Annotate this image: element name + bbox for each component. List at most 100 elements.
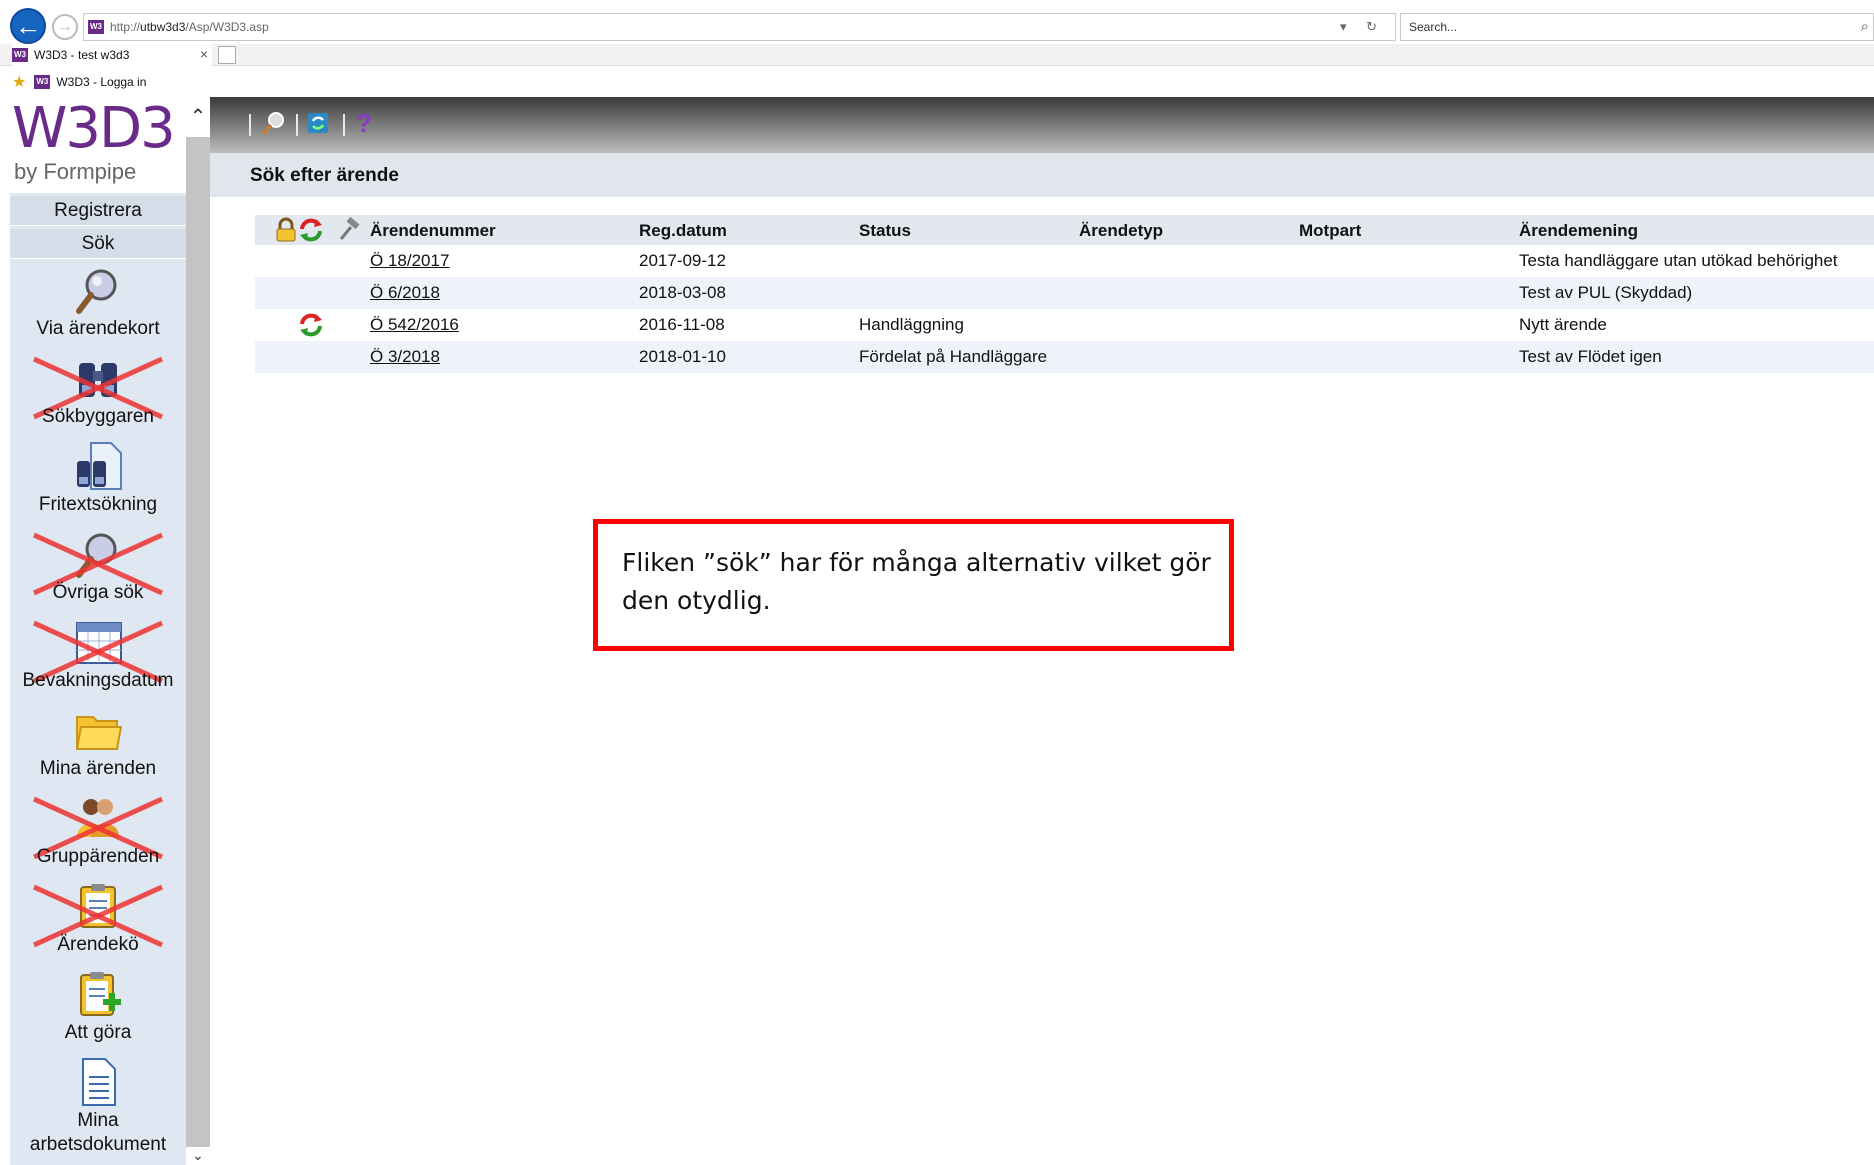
favorites-bar: ★ W3 W3D3 - Logga in [0,70,1874,94]
favorite-favicon-icon: W3 [34,75,51,89]
column-header-party[interactable]: Motpart [1299,221,1361,241]
new-tab-button[interactable] [218,46,236,64]
sidebar-item-ovriga-sok[interactable]: Övriga sök [10,529,186,615]
sidebar-item-fritextsokning[interactable]: Fritextsökning [10,441,186,527]
sidebar-item-label: Sökbyggaren [42,406,154,427]
refresh-icon[interactable]: ▾ ↻ [1340,19,1385,35]
tab-title: W3D3 - test w3d3 [34,48,130,62]
reg-date: 2018-03-08 [639,283,726,302]
sidebar-item-mina-arbetsdokument[interactable]: Mina arbetsdokument [10,1057,186,1155]
case-number-link[interactable]: Ö 542/2016 [370,315,459,335]
forward-arrow-icon: → [57,18,73,35]
sidebar-item-label: Övriga sök [52,582,144,603]
binoculars-icon [79,363,117,397]
sidebar-item-label: Bevakningsdatum [22,670,174,691]
clipboard-add-icon [80,972,121,1016]
sidebar-button-registrera[interactable]: Registrera [10,196,186,226]
column-header-status[interactable]: Status [859,221,911,241]
column-header-number[interactable]: Ärendenummer [370,221,496,241]
toolbar-separator [343,114,345,136]
hammer-icon[interactable] [335,217,361,243]
back-arrow-icon: ← [15,10,41,41]
sidebar-item-grupparenden[interactable]: Gruppärenden [10,793,186,879]
sidebar-item-mina-arenden[interactable]: Mina ärenden [10,705,186,791]
document-icon [82,1058,116,1106]
search-icon[interactable]: ⌕ [1861,18,1869,35]
sync-icon[interactable] [298,312,324,338]
refresh-icon[interactable] [304,109,332,137]
column-header-date[interactable]: Reg.datum [639,221,727,241]
toolbar-separator [296,114,298,136]
back-button[interactable]: ← [10,8,46,44]
sidebar-item-label: Mina arbetsdokument [10,1109,186,1157]
case-status: Handläggning [859,315,964,334]
logo-subtitle: by Formpipe [14,159,137,184]
clipboard-icon [80,884,116,928]
magnifier-icon [76,533,117,578]
case-table: Ärendenummer Reg.datum Status Ärendetyp … [255,215,1874,373]
page-title: Sök efter ärende [250,165,399,186]
case-number-link[interactable]: Ö 3/2018 [370,347,440,367]
sidebar-scrollbar[interactable] [186,97,210,1165]
column-header-type[interactable]: Ärendetyp [1079,221,1163,241]
case-title: Testa handläggare utan utökad behörighet [1519,251,1838,270]
search-input[interactable]: Search... [1409,20,1457,34]
favorite-link[interactable]: W3D3 - Logga in [56,75,146,89]
sidebar-item-label: Via ärendekort [36,318,160,339]
toolbar: ? [210,97,1874,153]
sync-icon[interactable] [298,217,324,243]
magnifier-icon [76,269,117,314]
address-row: ← → W3 http://utbw3d3/Asp/W3D3.asp ▾ ↻ S… [0,6,1874,46]
sidebar-item-via-arendekort[interactable]: Via ärendekort [10,265,186,351]
tab-favicon-icon: W3 [12,48,28,62]
calendar-icon [76,622,122,664]
sidebar-item-arendeko[interactable]: Ärendekö [10,881,186,967]
reg-date: 2016-11-08 [639,315,725,334]
chevron-down-icon[interactable]: ⌄ [186,1147,210,1165]
table-row[interactable]: Ö 6/2018 2018-03-08 Test av PUL (Skyddad… [255,277,1874,309]
lock-icon[interactable] [273,217,299,243]
browser-chrome: ← → W3 http://utbw3d3/Asp/W3D3.asp ▾ ↻ S… [0,0,1874,97]
table-row[interactable]: Ö 18/2017 2017-09-12 Testa handläggare u… [255,245,1874,277]
case-number-link[interactable]: Ö 6/2018 [370,283,440,303]
search-box[interactable]: Search... ⌕ [1400,13,1874,41]
sidebar-item-sokbyggaren[interactable]: Sökbyggaren [10,353,186,439]
sidebar: W3D3 by Formpipe ⌃ ⌄ Registrera Sök Via … [0,97,210,1165]
table-header: Ärendenummer Reg.datum Status Ärendetyp … [255,215,1874,245]
table-row[interactable]: Ö 3/2018 2018-01-10 Fördelat på Handlägg… [255,341,1874,373]
magnifier-icon[interactable] [259,109,287,137]
case-number-link[interactable]: Ö 18/2017 [370,251,449,271]
forward-button[interactable]: → [52,14,78,40]
logo-text: W3D3 [12,96,176,161]
browser-tab[interactable]: W3 W3D3 - test w3d3 × [12,44,212,66]
table-row[interactable]: Ö 542/2016 2016-11-08 Handläggning Nytt … [255,309,1874,341]
sidebar-item-label: Ärendekö [57,934,139,955]
case-status: Fördelat på Handläggare [859,347,1048,366]
binoculars-document-icon [77,442,122,490]
group-icon [77,799,119,837]
help-icon[interactable]: ? [356,109,384,137]
sidebar-item-att-gora[interactable]: Att göra [10,969,186,1055]
case-title: Test av PUL (Skyddad) [1519,283,1693,302]
sidebar-item-label-line2: arbetsdokument [29,1134,167,1155]
sidebar-item-bevakningsdatum[interactable]: Bevakningsdatum [10,617,186,703]
column-header-title[interactable]: Ärendemening [1519,221,1638,241]
favorites-star-icon[interactable]: ★ [12,72,26,92]
reg-date: 2017-09-12 [639,251,726,270]
reg-date: 2018-01-10 [639,347,726,366]
folder-icon [75,716,123,750]
sidebar-item-label-line1: Mina [77,1110,119,1131]
heading-bar: Sök efter ärende [210,153,1874,197]
sidebar-button-sok[interactable]: Sök [10,229,186,259]
sidebar-item-label: Fritextsökning [38,494,158,515]
chevron-up-icon[interactable]: ⌃ [186,97,210,137]
sidebar-item-label: Mina ärenden [39,758,157,779]
url-text[interactable]: http://utbw3d3/Asp/W3D3.asp [110,20,269,34]
address-bar[interactable]: W3 http://utbw3d3/Asp/W3D3.asp ▾ ↻ [83,13,1396,41]
case-title: Nytt ärende [1519,315,1607,334]
case-title: Test av Flödet igen [1519,347,1662,366]
close-icon[interactable]: × [200,46,208,62]
annotation-box: Fliken ”sök” har för många alternativ vi… [593,519,1234,651]
logo: W3D3 by Formpipe [10,97,186,193]
sidebar-item-label: Att göra [64,1022,132,1043]
